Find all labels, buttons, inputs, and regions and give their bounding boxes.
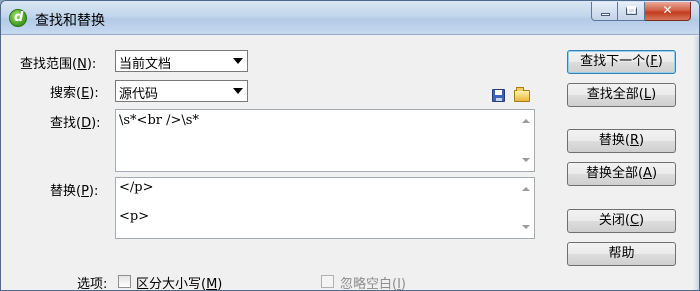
window-title: 查找和替换 — [35, 13, 105, 29]
minimize-button[interactable] — [591, 2, 618, 21]
replace-all-button[interactable]: 替换全部(A) — [567, 162, 676, 186]
options-label: 选项: — [77, 277, 108, 291]
match-case-label: 区分大小写(M) — [136, 277, 223, 291]
close-window-button[interactable]: ✕ — [645, 2, 691, 21]
find-next-button[interactable]: 查找下一个(F) — [567, 50, 676, 74]
replace-textarea[interactable]: </p> <p> — [115, 177, 535, 239]
save-query-icon[interactable] — [492, 89, 505, 102]
scope-label: 查找范围(N): — [20, 57, 97, 72]
app-icon: d — [9, 9, 27, 27]
replace-label: 替换(P): — [50, 184, 99, 199]
scroll-down-icon[interactable] — [522, 225, 530, 229]
window-controls: ✕ — [591, 2, 691, 22]
find-all-button[interactable]: 查找全部(L) — [567, 83, 676, 107]
close-icon: ✕ — [662, 3, 673, 17]
find-scrollbar[interactable] — [517, 110, 534, 171]
find-replace-dialog: d 查找和替换 ✕ 查找范围(N): 当前文档 搜索(E): 源代码 查找(D)… — [0, 0, 700, 291]
replace-scrollbar[interactable] — [517, 178, 534, 238]
find-textarea[interactable]: \s*<br />\s* — [115, 109, 535, 172]
ignore-whitespace-checkbox[interactable] — [321, 275, 334, 288]
maximize-icon — [626, 6, 637, 15]
close-button[interactable]: 关闭(C) — [567, 209, 676, 233]
match-case-checkbox[interactable] — [118, 275, 131, 288]
chevron-down-icon — [233, 58, 243, 64]
find-label: 查找(D): — [50, 116, 101, 131]
scroll-up-icon[interactable] — [522, 119, 530, 123]
help-button[interactable]: 帮助 — [567, 242, 676, 266]
scroll-up-icon[interactable] — [522, 187, 530, 191]
window-border — [693, 36, 699, 290]
title-bar[interactable]: d 查找和替换 ✕ — [1, 1, 699, 35]
search-type-dropdown[interactable]: 源代码 — [115, 80, 248, 102]
scroll-down-icon[interactable] — [522, 158, 530, 162]
minimize-icon — [601, 13, 610, 16]
chevron-down-icon — [233, 88, 243, 94]
load-query-icon[interactable] — [514, 87, 530, 102]
maximize-button[interactable] — [618, 2, 645, 21]
ignore-whitespace-label: 忽略空白(I) — [340, 277, 406, 291]
search-type-label: 搜索(E): — [50, 86, 99, 101]
scope-dropdown[interactable]: 当前文档 — [115, 50, 248, 72]
replace-button[interactable]: 替换(R) — [567, 129, 676, 153]
